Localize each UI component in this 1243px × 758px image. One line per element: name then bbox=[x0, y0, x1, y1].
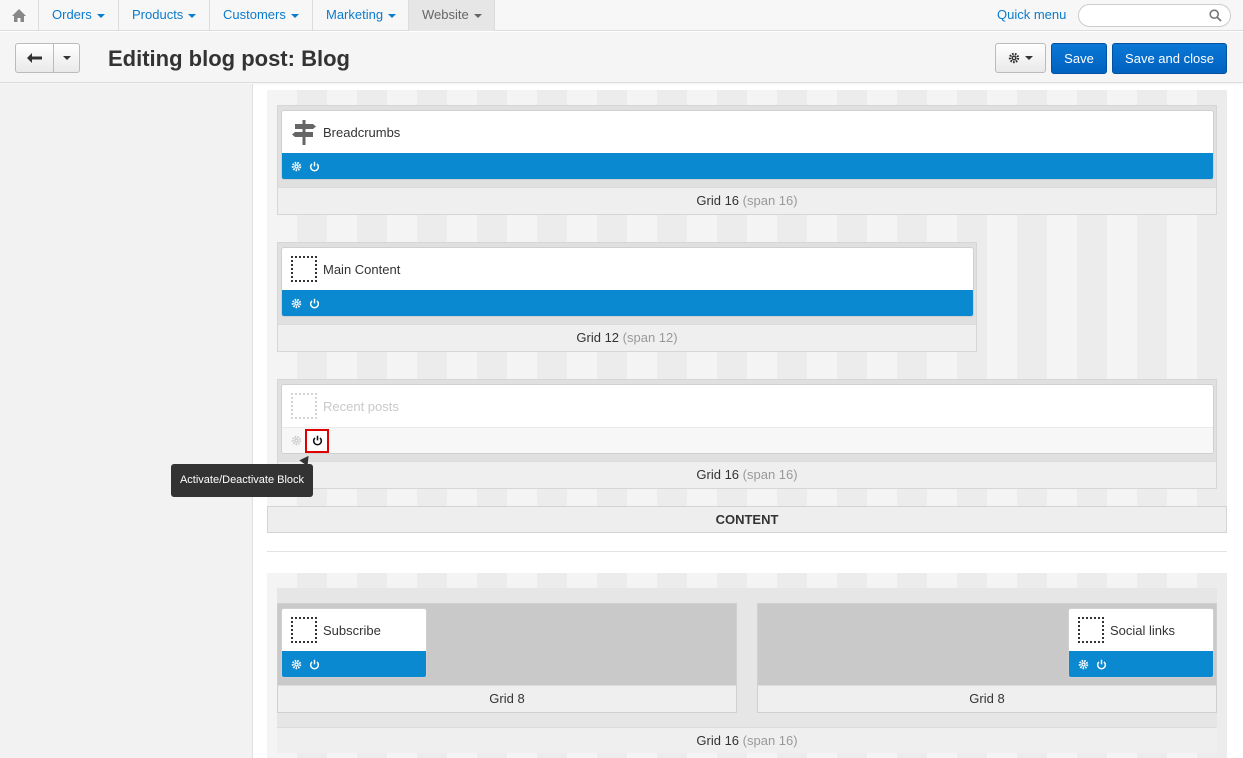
layout-container-footer: Subscribe Grid 8 Social links Grid 8 Gri… bbox=[267, 573, 1227, 758]
settings-dropdown-button[interactable] bbox=[995, 43, 1046, 73]
grid-label: Grid 8 bbox=[489, 691, 525, 706]
chevron-down-icon bbox=[388, 13, 397, 18]
chevron-down-icon bbox=[1025, 56, 1033, 60]
gear-icon bbox=[1008, 52, 1020, 64]
block-toolbar bbox=[282, 427, 1213, 453]
nav-website-label: Website bbox=[422, 7, 469, 22]
block-header: Main Content bbox=[282, 248, 973, 290]
placeholder-icon bbox=[291, 256, 317, 282]
grid-span: (span 12) bbox=[622, 330, 678, 345]
home-icon bbox=[12, 9, 26, 22]
block-title: Social links bbox=[1110, 622, 1176, 638]
gear-icon[interactable] bbox=[291, 298, 302, 309]
power-icon[interactable] bbox=[309, 659, 320, 670]
grid-label: Grid 16 bbox=[696, 193, 740, 208]
nav-products[interactable]: Products bbox=[119, 0, 210, 31]
chevron-down-icon bbox=[473, 13, 482, 18]
tooltip: Activate/Deactivate Block bbox=[171, 464, 313, 497]
gear-icon[interactable] bbox=[1078, 659, 1089, 670]
back-button[interactable] bbox=[16, 44, 54, 72]
block-header: Breadcrumbs bbox=[282, 111, 1213, 153]
quick-menu-link[interactable]: Quick menu bbox=[997, 0, 1066, 30]
block-toolbar bbox=[282, 153, 1213, 179]
grid-footer: Grid 16 (span 16) bbox=[278, 187, 1216, 214]
search-icon[interactable] bbox=[1209, 9, 1222, 22]
power-icon[interactable] bbox=[312, 435, 323, 446]
grid-main-content: Main Content Grid 12 (span 12) bbox=[277, 242, 977, 352]
grid-label: Grid 8 bbox=[969, 691, 1005, 706]
grid-footer-parent: Subscribe Grid 8 Social links Grid 8 Gri… bbox=[277, 588, 1217, 753]
block-recent-posts: Recent posts bbox=[281, 384, 1214, 454]
grid-recent-posts: Recent posts Grid 16 (span 16) bbox=[277, 379, 1217, 489]
block-title: Recent posts bbox=[323, 398, 399, 414]
block-header: Recent posts bbox=[282, 385, 1213, 427]
grid-footer: Grid 8 bbox=[278, 685, 736, 712]
grid-footer: Grid 16 (span 16) bbox=[278, 461, 1216, 488]
nav-marketing-label: Marketing bbox=[326, 7, 384, 22]
grid-span: (span 16) bbox=[742, 733, 798, 748]
back-dropdown-toggle[interactable] bbox=[54, 44, 79, 72]
placeholder-icon bbox=[291, 617, 317, 643]
block-toolbar bbox=[282, 651, 426, 677]
power-icon[interactable] bbox=[1096, 659, 1107, 670]
breadcrumbs-signpost-icon bbox=[292, 120, 316, 145]
block-title: Breadcrumbs bbox=[323, 124, 401, 140]
nav-orders[interactable]: Orders bbox=[39, 0, 119, 31]
nav-customers[interactable]: Customers bbox=[210, 0, 313, 31]
block-toolbar bbox=[1069, 651, 1213, 677]
power-icon[interactable] bbox=[309, 161, 320, 172]
sidebar bbox=[0, 84, 253, 758]
block-toolbar bbox=[282, 290, 973, 316]
grid-subscribe: Subscribe Grid 8 bbox=[277, 603, 737, 713]
nav-customers-label: Customers bbox=[223, 7, 286, 22]
nav-website[interactable]: Website bbox=[409, 0, 495, 31]
block-title: Subscribe bbox=[323, 622, 381, 638]
block-subscribe: Subscribe bbox=[281, 608, 427, 678]
grid-label: Grid 16 bbox=[696, 467, 740, 482]
save-and-close-button[interactable]: Save and close bbox=[1112, 43, 1227, 74]
home-link[interactable] bbox=[0, 0, 39, 31]
layout-container-main: Breadcrumbs Grid 16 (span 16) Main Conte… bbox=[267, 90, 1227, 506]
chevron-down-icon bbox=[188, 13, 197, 18]
grid-social-links: Social links Grid 8 bbox=[757, 603, 1217, 713]
grid-footer: Grid 12 (span 12) bbox=[278, 324, 976, 351]
block-title: Main Content bbox=[323, 261, 401, 277]
activate-toggle-highlight[interactable] bbox=[305, 428, 329, 453]
back-button-group bbox=[15, 43, 80, 73]
block-social-links: Social links bbox=[1068, 608, 1214, 678]
grid-span: (span 16) bbox=[742, 467, 798, 482]
grid-span: (span 16) bbox=[742, 193, 798, 208]
nav-marketing[interactable]: Marketing bbox=[313, 0, 409, 31]
grid-label: Grid 16 bbox=[696, 733, 740, 748]
container-content-label: CONTENT bbox=[267, 506, 1227, 533]
nav-orders-label: Orders bbox=[52, 7, 92, 22]
placeholder-icon bbox=[291, 393, 317, 419]
chevron-down-icon bbox=[62, 56, 71, 60]
grid-label: Grid 12 bbox=[576, 330, 620, 345]
gear-icon[interactable] bbox=[291, 659, 302, 670]
block-header: Subscribe bbox=[282, 609, 426, 651]
nav-products-label: Products bbox=[132, 7, 184, 22]
block-main-content: Main Content bbox=[281, 247, 974, 317]
grid-footer: Grid 16 (span 16) bbox=[277, 727, 1217, 753]
grid-footer: Grid 8 bbox=[758, 685, 1216, 712]
back-arrow-icon bbox=[26, 53, 42, 63]
page-title: Editing blog post: Blog bbox=[108, 46, 350, 71]
search-input[interactable] bbox=[1078, 4, 1231, 27]
chevron-down-icon bbox=[96, 13, 105, 18]
title-bar: Editing blog post: Blog Save Save and cl… bbox=[0, 32, 1243, 83]
block-breadcrumbs: Breadcrumbs bbox=[281, 110, 1214, 180]
gear-icon[interactable] bbox=[291, 435, 302, 446]
power-icon[interactable] bbox=[309, 298, 320, 309]
gear-icon[interactable] bbox=[291, 161, 302, 172]
chevron-down-icon bbox=[290, 13, 299, 18]
placeholder-icon bbox=[1078, 617, 1104, 643]
block-header: Social links bbox=[1069, 609, 1213, 651]
save-button[interactable]: Save bbox=[1051, 43, 1107, 74]
grid-breadcrumbs: Breadcrumbs Grid 16 (span 16) bbox=[277, 105, 1217, 215]
top-nav: Orders Products Customers Marketing Webs… bbox=[0, 0, 1243, 31]
section-divider bbox=[267, 551, 1227, 552]
